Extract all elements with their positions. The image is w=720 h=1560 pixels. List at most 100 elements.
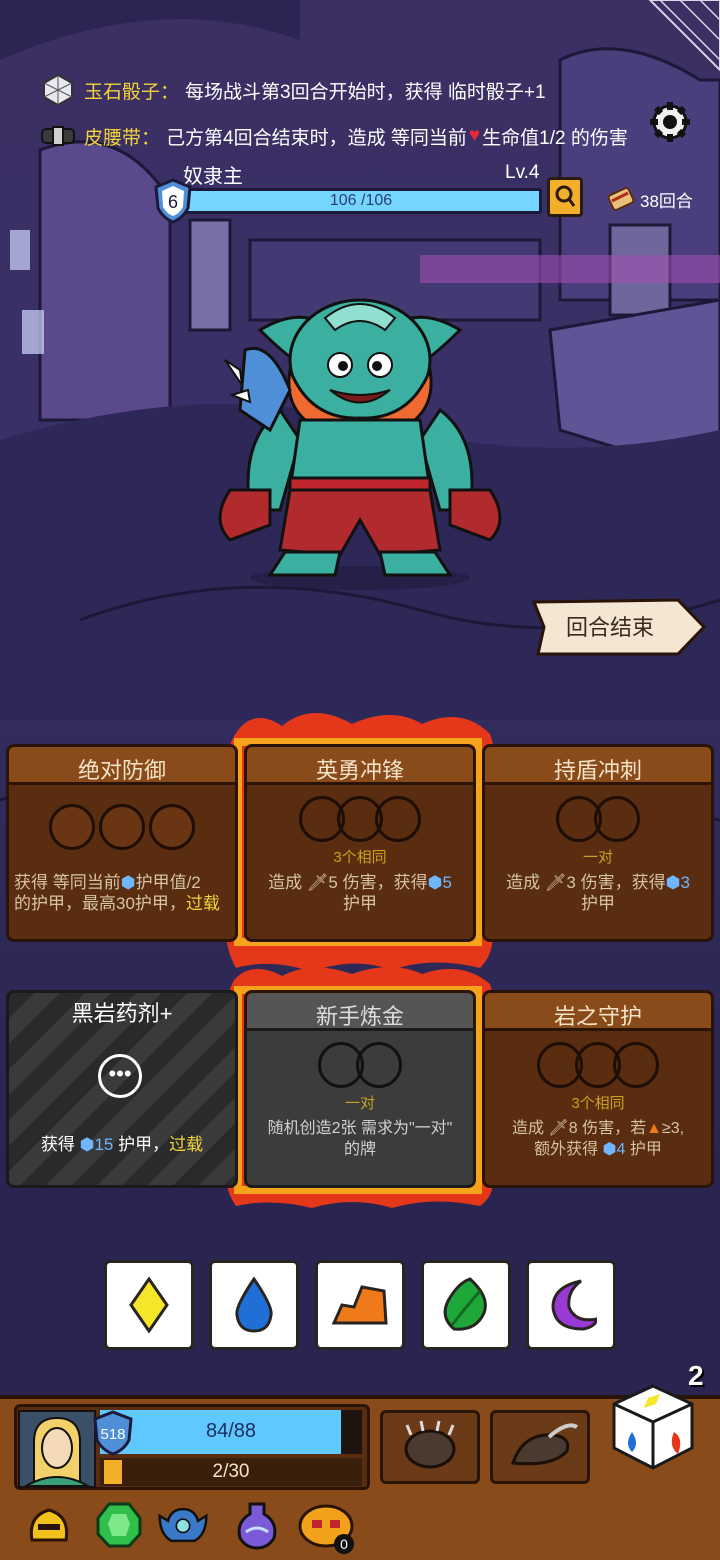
roll-dice-button[interactable] (610, 1382, 696, 1472)
relic-counter: 0 (340, 1536, 348, 1552)
boss-shield-icon: 6 (154, 178, 192, 224)
sword-icon: 🗡 (544, 873, 567, 892)
card-title: 黑岩药剂+ (71, 1001, 173, 1026)
settings-gear-icon[interactable] (648, 100, 692, 144)
desc-text: 8 伤害，若 (568, 1120, 647, 1137)
golden-helmet-icon[interactable] (24, 1500, 74, 1550)
card-requirement: 一对 (582, 849, 613, 866)
card-title-tab: 英勇冲锋 (244, 744, 476, 784)
card-title-tab: 持盾冲刺 (482, 744, 714, 784)
desc-text: 护甲值 (135, 873, 187, 892)
yellow-diamond-icon (129, 1277, 169, 1333)
buff-jade-dice[interactable]: 玉石骰子： 每场战斗第3回合开始时，获得 临时骰子+1 (40, 70, 546, 110)
dice-slots (244, 796, 476, 842)
card-description: 随机创造2张 需求为"一对" 的牌 (252, 1118, 468, 1160)
blue-drop-icon (235, 1277, 273, 1333)
desc-text: 随机创造2张 需求为"一对" (267, 1120, 453, 1137)
desc-text: 护甲 (581, 894, 615, 913)
boss-level: Lv.4 (505, 162, 540, 183)
orange-rock-icon (332, 1285, 388, 1325)
desc-text: 造成 (511, 1120, 544, 1137)
empty-slot-icon (356, 1042, 402, 1088)
purple-moon-icon (551, 1279, 597, 1331)
boss-info-button[interactable] (547, 177, 583, 217)
card-novice-alchemy[interactable]: 新手炼金 一对 随机创造2张 需求为"一对" 的牌 (244, 990, 476, 1190)
beast-claw-icon (510, 1423, 579, 1466)
dice-slots (244, 1042, 476, 1088)
die-yellow-diamond[interactable] (104, 1260, 194, 1350)
card-rock-guard[interactable]: 岩之守护 3个相同 造成 🗡8 伤害，若▲≥3, 额外获得 ⬢4 护甲 (482, 990, 714, 1190)
desc-text: 造成 (506, 873, 541, 892)
desc-text: ≥3, (661, 1120, 685, 1137)
empty-slot-icon (613, 1042, 659, 1088)
boss-hp-text: 106 /106 (329, 192, 393, 209)
dice-slots (6, 804, 238, 850)
player-portrait[interactable] (18, 1410, 96, 1488)
desc-value: 4 (616, 1141, 626, 1158)
boss-shield-value: 6 (168, 192, 178, 212)
end-turn-label: 回合结束 (566, 615, 655, 640)
end-turn-button[interactable]: 回合结束 (530, 596, 706, 658)
more-options-icon[interactable]: ••• (98, 1054, 142, 1098)
player-hp-text: 84/88 (205, 1420, 257, 1442)
player-armor-shield-icon: 518 (93, 1410, 133, 1456)
potion-bottle-icon[interactable] (232, 1500, 282, 1550)
die-green-leaf[interactable] (421, 1260, 511, 1350)
overload-keyword: 过载 (185, 894, 220, 913)
overload-keyword: 过载 (169, 1135, 204, 1154)
card-title: 英勇冲锋 (315, 758, 404, 783)
buff-name: 玉石骰子： (84, 81, 180, 103)
empty-slot-icon (375, 796, 421, 842)
die-blue-drop[interactable] (209, 1260, 299, 1350)
card-title: 绝对防御 (77, 758, 166, 783)
desc-text: 的牌 (343, 1141, 376, 1158)
die-purple-moon[interactable] (526, 1260, 616, 1350)
buff-leather-belt[interactable]: 皮腰带： 己方第4回合结束时，造成 等同当前 ♥ 生命值1/2 的伤害 (40, 116, 628, 156)
card-title: 持盾冲刺 (553, 758, 642, 783)
card-blackrock-potion[interactable]: 黑岩药剂+ ••• 获得 ⬢15 护甲，过载 (6, 990, 238, 1190)
card-description: 造成 🗡8 伤害，若▲≥3, 额外获得 ⬢4 护甲 (490, 1118, 706, 1160)
buff-text: 每场战斗第3回合开始时，获得 临时骰子+1 (185, 81, 546, 103)
desc-text: 造成 (268, 873, 303, 892)
card-description: 获得 ⬢15 护甲，过载 (14, 1134, 230, 1155)
desc-text: 获得 (40, 1135, 75, 1154)
desc-text: 护甲 (343, 894, 377, 913)
dice-slots (482, 796, 714, 842)
card-requirement: 一对 (344, 1095, 375, 1112)
boss-slavemaster-sprite[interactable] (200, 290, 520, 590)
desc-text: /2 (186, 873, 201, 892)
boss-hp-bar: 106 /106 (180, 188, 542, 214)
player-armor-value: 518 (100, 1426, 125, 1443)
card-shield-dash[interactable]: 持盾冲刺 一对 造成 🗡3 伤害，获得⬢3 护甲 (482, 744, 714, 944)
relic-counter-badge: 0 (334, 1534, 354, 1554)
shield-icon: ⬢ (79, 1135, 95, 1154)
rock-slot-icon (149, 804, 195, 850)
winged-crest-icon[interactable] (158, 1500, 208, 1550)
desc-text: 获得 等同当前 (14, 873, 121, 892)
scroll-icon (607, 187, 635, 211)
card-absolute-defense[interactable]: 绝对防御 获得 等同当前⬢护甲值/2 的护甲，最高30护甲，过载 (6, 744, 238, 944)
desc-text: 额外获得 (534, 1141, 599, 1158)
desc-text: 护甲 (629, 1141, 662, 1158)
desc-text: 的护甲，最高30护甲， (14, 894, 186, 913)
demon-mask-relic[interactable]: 0 (296, 1500, 356, 1554)
card-heroic-charge[interactable]: 英勇冲锋 3个相同 造成 🗡5 伤害，获得⬢5 护甲 (244, 744, 476, 944)
d20-dice-icon (40, 72, 76, 108)
skill-slot-claw[interactable] (490, 1410, 590, 1484)
emerald-gem-icon[interactable] (94, 1500, 144, 1550)
belt-icon (40, 118, 76, 154)
buff-text-b: 生命值1/2 的伤害 (482, 127, 628, 149)
shield-icon: ⬢ (665, 873, 681, 892)
desc-text: 护甲， (118, 1135, 170, 1154)
card-title-tab: 新手炼金 (244, 990, 476, 1030)
sword-icon: 🗡 (306, 873, 329, 892)
player-hp-bar: 84/88 (100, 1410, 362, 1454)
die-orange-rock[interactable] (315, 1260, 405, 1350)
skill-slot-fist[interactable] (380, 1410, 480, 1484)
card-requirement: 3个相同 (333, 849, 387, 866)
game-screen: 玉石骰子： 每场战斗第3回合开始时，获得 临时骰子+1 皮腰带： 己方第4回合结… (0, 0, 720, 1560)
desc-value: 3 (680, 873, 690, 892)
hero-avatar-icon (20, 1412, 94, 1487)
empty-slot-icon (594, 796, 640, 842)
desc-value: 15 (94, 1135, 114, 1154)
